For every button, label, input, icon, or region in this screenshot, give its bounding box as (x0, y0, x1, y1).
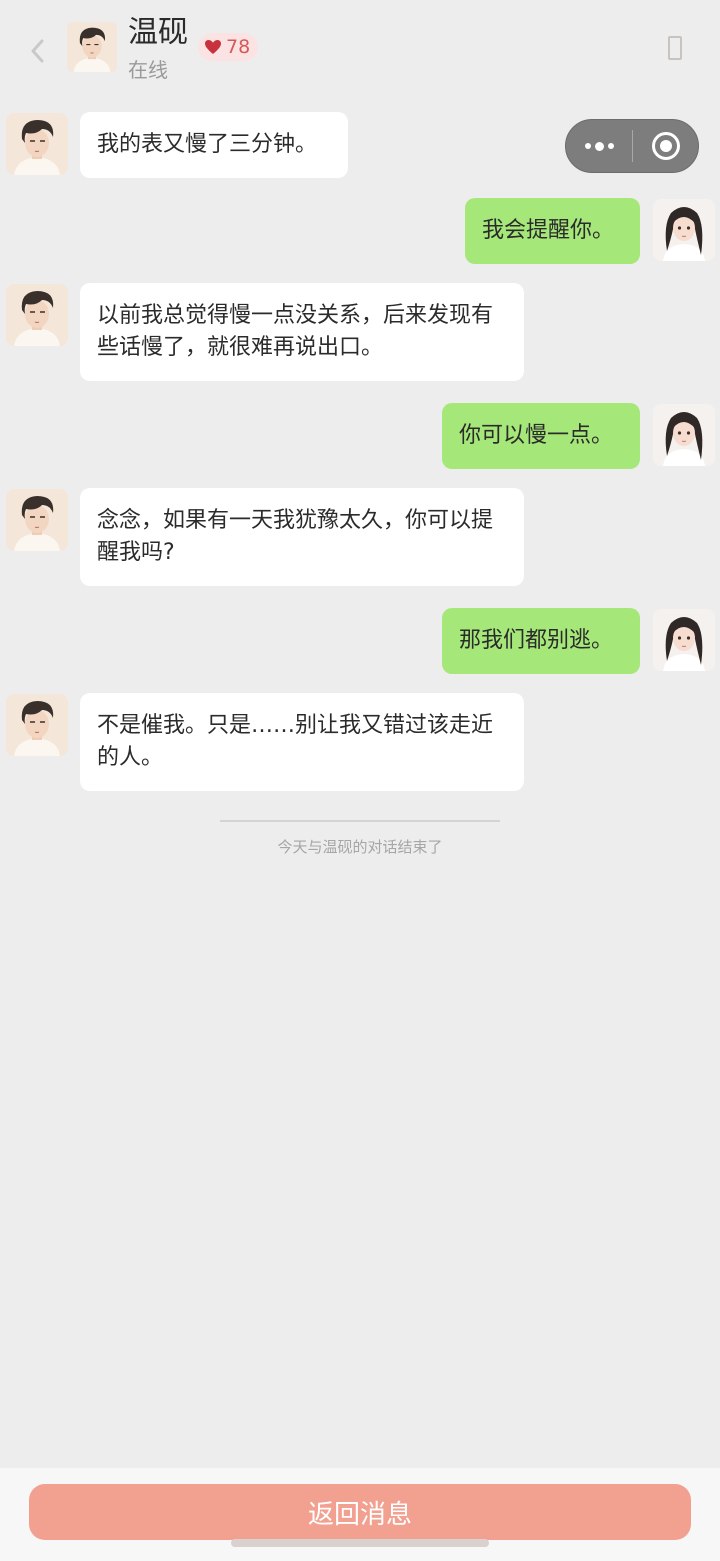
message-bubble-incoming[interactable]: 念念，如果有一天我犹豫太久，你可以提醒我吗? (80, 488, 524, 586)
mini-program-capsule (565, 119, 699, 173)
contact-status: 在线 (128, 58, 168, 82)
chat-header: 温砚 在线 78 (0, 0, 720, 100)
user-avatar[interactable] (653, 609, 715, 671)
menu-icon[interactable] (668, 36, 682, 60)
message-bubble-outgoing[interactable]: 你可以慢一点。 (442, 403, 640, 469)
contact-message-avatar[interactable] (6, 284, 68, 346)
heart-icon (205, 40, 221, 54)
chevron-left-icon (31, 39, 44, 63)
contact-name: 温砚 (128, 15, 188, 50)
message-bubble-incoming[interactable]: 我的表又慢了三分钟。 (80, 112, 348, 178)
more-dots-icon[interactable] (566, 120, 632, 172)
contact-avatar[interactable] (67, 22, 117, 72)
message-bubble-outgoing[interactable]: 那我们都别逃。 (442, 608, 640, 674)
conversation-end-note: 今天与温砚的对话结束了 (277, 838, 443, 856)
user-avatar[interactable] (653, 404, 715, 466)
contact-message-avatar[interactable] (6, 489, 68, 551)
conversation-end-divider (220, 820, 500, 822)
back-button[interactable] (22, 34, 52, 68)
contact-message-avatar[interactable] (6, 113, 68, 175)
contact-message-avatar[interactable] (6, 694, 68, 756)
close-mini-program-button[interactable] (633, 120, 698, 172)
affinity-badge: 78 (198, 33, 259, 61)
message-bubble-incoming[interactable]: 不是催我。只是……别让我又错过该走近的人。 (80, 693, 524, 791)
chat-screen: 温砚 在线 78 我的表又慢了三分钟。 我会提醒你。 以前我总觉得慢一点没关系，… (0, 0, 720, 1561)
home-indicator (231, 1539, 489, 1547)
message-bubble-incoming[interactable]: 以前我总觉得慢一点没关系，后来发现有些话慢了，就很难再说出口。 (80, 283, 524, 381)
return-to-messages-button[interactable]: 返回消息 (29, 1484, 691, 1540)
message-bubble-outgoing[interactable]: 我会提醒你。 (465, 198, 640, 264)
affinity-value: 78 (226, 36, 251, 58)
target-circle-icon (651, 132, 680, 160)
user-avatar[interactable] (653, 199, 715, 261)
